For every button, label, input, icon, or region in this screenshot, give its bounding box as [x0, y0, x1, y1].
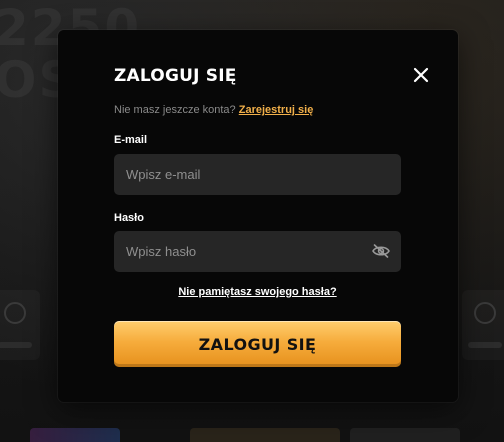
password-field[interactable]	[114, 231, 401, 272]
signup-prompt-text: Nie masz jeszcze konta?	[114, 104, 236, 116]
close-button[interactable]	[410, 64, 432, 86]
background-tile	[462, 290, 504, 360]
login-submit-button[interactable]: ZALOGUJ SIĘ	[114, 321, 401, 367]
background-tile	[0, 290, 40, 360]
email-field[interactable]	[114, 154, 401, 195]
modal-title: ZALOGUJ SIĘ	[114, 66, 237, 86]
signup-link[interactable]: Zarejestruj się	[239, 104, 314, 116]
close-icon	[413, 67, 429, 83]
background-banner	[350, 428, 460, 442]
eye-off-icon	[372, 244, 390, 258]
email-label: E-mail	[114, 134, 148, 146]
background-banner	[190, 428, 340, 442]
password-label: Hasło	[114, 212, 144, 224]
login-modal: ZALOGUJ SIĘ Nie masz jeszcze konta? Zare…	[58, 30, 458, 402]
background-banner	[30, 428, 120, 442]
signup-prompt-row: Nie masz jeszcze konta? Zarejestruj się	[114, 104, 313, 116]
password-visibility-toggle[interactable]	[371, 243, 391, 259]
forgot-password-link[interactable]: Nie pamiętasz swojego hasła?	[114, 286, 401, 298]
